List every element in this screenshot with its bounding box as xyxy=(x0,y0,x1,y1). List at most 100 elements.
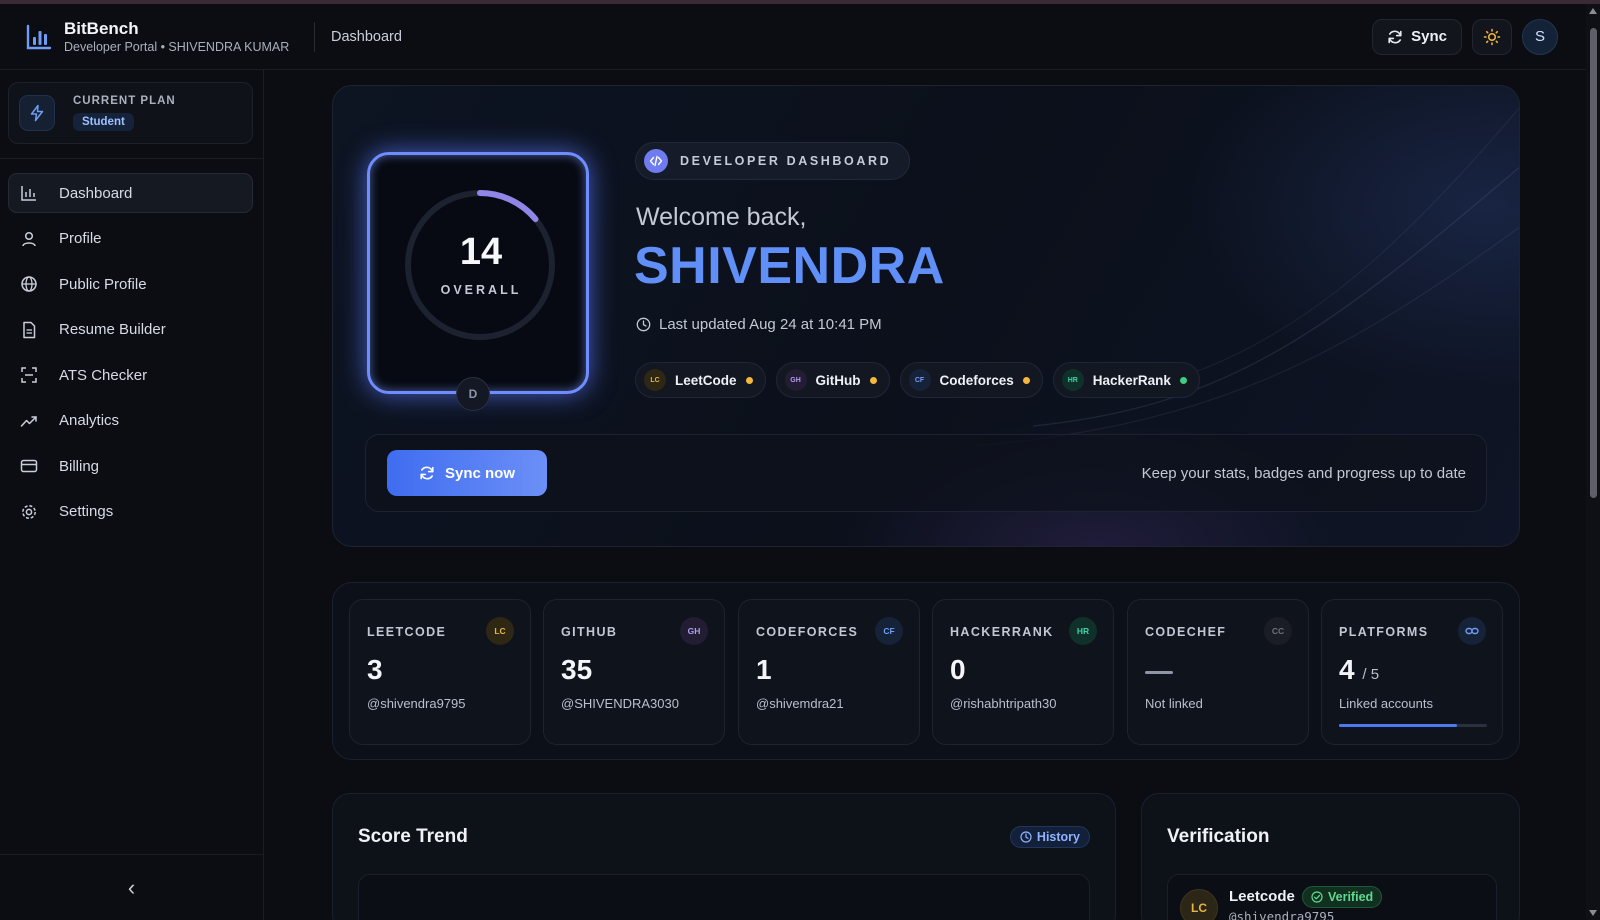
history-label: History xyxy=(1036,830,1080,844)
sidebar-item-analytics[interactable]: Analytics xyxy=(8,401,253,441)
verification-entry[interactable]: LC Leetcode Verified @shivendra9795 xyxy=(1167,874,1497,920)
sidebar-item-dashboard[interactable]: Dashboard xyxy=(8,173,253,213)
hackerrank-icon: HR xyxy=(1061,369,1084,391)
stat-label: GITHUB xyxy=(561,625,618,639)
status-dot xyxy=(745,376,753,384)
sidebar-item-label: Profile xyxy=(59,230,102,247)
last-updated: Last updated Aug 24 at 10:41 PM xyxy=(636,316,882,333)
header-divider xyxy=(314,21,315,52)
platform-chips: LC LeetCode GH GitHub CF Codeforces HR H… xyxy=(635,362,1200,398)
platform-chip-github[interactable]: GH GitHub xyxy=(775,362,890,398)
stat-label: HACKERRANK xyxy=(950,625,1054,639)
sync-panel: Sync now Keep your stats, badges and pro… xyxy=(365,434,1487,512)
platform-chip-label: LeetCode xyxy=(675,372,737,388)
chevron-left-icon: ‹ xyxy=(127,874,136,900)
verified-label: Verified xyxy=(1328,890,1374,904)
sync-now-button[interactable]: Sync now xyxy=(387,450,547,496)
sidebar-item-public-profile[interactable]: Public Profile xyxy=(8,264,253,304)
globe-icon xyxy=(19,274,39,294)
sidebar-item-billing[interactable]: Billing xyxy=(8,446,253,486)
platform-chip-label: HackerRank xyxy=(1092,372,1171,388)
leetcode-icon: LC xyxy=(1180,889,1218,920)
sidebar-item-profile[interactable]: Profile xyxy=(8,219,253,259)
codechef-icon: CC xyxy=(1264,617,1292,645)
code-icon xyxy=(644,149,668,173)
platform-chip-hackerrank[interactable]: HR HackerRank xyxy=(1052,362,1200,398)
sidebar-item-ats-checker[interactable]: ATS Checker xyxy=(8,355,253,395)
platform-chip-codeforces[interactable]: CF Codeforces xyxy=(899,362,1043,398)
sidebar-item-resume-builder[interactable]: Resume Builder xyxy=(8,310,253,350)
sync-button-label: Sync xyxy=(1411,28,1447,45)
stat-label: CODEFORCES xyxy=(756,625,859,639)
platform-stats: LEETCODE LC 3 @shivendra9795 GITHUB GH 3… xyxy=(332,582,1520,760)
current-plan-card: CURRENT PLAN Student xyxy=(8,82,253,144)
stat-value: 1 xyxy=(756,654,772,685)
link-icon xyxy=(1458,617,1486,645)
stat-card-platforms[interactable]: PLATFORMS 4 / 5 Linked accounts xyxy=(1321,599,1503,745)
last-updated-text: Last updated Aug 24 at 10:41 PM xyxy=(659,316,882,333)
sidebar-item-label: Resume Builder xyxy=(59,321,166,338)
sidebar-item-label: Public Profile xyxy=(59,275,147,293)
sidebar-item-label: Dashboard xyxy=(59,184,133,202)
sidebar-nav: Dashboard Profile Public Profile Resume … xyxy=(0,173,263,532)
plan-badge: Student xyxy=(73,113,134,131)
sidebar: CURRENT PLAN Student Dashboard Profile P… xyxy=(0,70,264,920)
sync-hint: Keep your stats, badges and progress up … xyxy=(1141,465,1466,482)
empty-value-dash xyxy=(1145,671,1173,674)
stat-handle: @shivemdra21 xyxy=(756,696,844,711)
top-header: BitBench Developer Portal • SHIVENDRA KU… xyxy=(0,4,1586,70)
leetcode-icon: LC xyxy=(486,617,514,645)
linked-count: 4 xyxy=(1339,654,1355,685)
platform-chip-label: Codeforces xyxy=(939,372,1014,388)
card-icon xyxy=(19,456,39,476)
stat-handle: Not linked xyxy=(1145,696,1203,711)
stat-card-github[interactable]: GITHUB GH 35 @SHIVENDRA3030 xyxy=(543,599,725,745)
sun-icon xyxy=(1483,28,1501,45)
refresh-icon xyxy=(420,466,434,480)
scroll-up-arrow-icon[interactable] xyxy=(1589,8,1597,14)
check-circle-icon xyxy=(1311,891,1323,903)
history-button[interactable]: History xyxy=(1009,826,1090,848)
lightning-icon xyxy=(19,95,55,131)
app-subtitle: Developer Portal • SHIVENDRA KUMAR xyxy=(64,39,290,54)
brand[interactable]: BitBench Developer Portal • SHIVENDRA KU… xyxy=(26,19,314,55)
user-icon xyxy=(19,229,39,249)
scrollbar-thumb[interactable] xyxy=(1590,28,1597,498)
verified-badge: Verified xyxy=(1302,886,1383,908)
overall-score-caption: OVERALL xyxy=(440,283,522,297)
overall-score-card: 14 OVERALL xyxy=(367,152,589,394)
score-trend-panel: Score Trend History xyxy=(332,793,1116,920)
scroll-down-arrow-icon[interactable] xyxy=(1589,910,1597,916)
stat-value: 4 / 5 xyxy=(1339,654,1379,686)
verification-title: Verification xyxy=(1167,826,1270,847)
stat-card-hackerrank[interactable]: HACKERRANK HR 0 @rishabhtripath30 xyxy=(932,599,1114,745)
stat-handle: @rishabhtripath30 xyxy=(950,696,1057,711)
stat-card-codechef[interactable]: CODECHEF CC Not linked xyxy=(1127,599,1309,745)
sync-button[interactable]: Sync xyxy=(1372,18,1462,55)
linked-progress-fill xyxy=(1339,724,1458,727)
stat-card-leetcode[interactable]: LEETCODE LC 3 @shivendra9795 xyxy=(349,599,531,745)
codeforces-icon: CF xyxy=(875,617,903,645)
welcome-text: Welcome back, xyxy=(636,203,807,231)
overall-score-value: 14 xyxy=(459,231,503,273)
stat-value: 35 xyxy=(561,654,593,685)
sidebar-item-settings[interactable]: Settings xyxy=(8,492,253,532)
clock-icon xyxy=(1020,831,1032,843)
stat-label: PLATFORMS xyxy=(1339,625,1429,639)
document-icon xyxy=(19,320,39,340)
stat-value: 0 xyxy=(950,654,966,685)
verification-panel: Verification LC Leetcode Verified @shive… xyxy=(1141,793,1520,920)
verification-handle: @shivendra9795 xyxy=(1229,909,1335,920)
verification-platform: Leetcode xyxy=(1229,888,1295,905)
theme-toggle-button[interactable] xyxy=(1472,18,1512,55)
sync-now-label: Sync now xyxy=(444,464,515,482)
score-trend-chart xyxy=(358,874,1090,920)
stat-card-codeforces[interactable]: CODEFORCES CF 1 @shivemdra21 xyxy=(738,599,920,745)
sidebar-item-label: Analytics xyxy=(59,412,120,429)
platform-chip-leetcode[interactable]: LC LeetCode xyxy=(635,362,766,398)
plan-label: CURRENT PLAN xyxy=(73,95,176,107)
codeforces-icon: CF xyxy=(908,369,931,391)
user-avatar[interactable]: S xyxy=(1522,18,1558,55)
score-trend-title: Score Trend xyxy=(358,826,468,847)
sidebar-collapse-button[interactable]: ‹ xyxy=(0,854,263,920)
